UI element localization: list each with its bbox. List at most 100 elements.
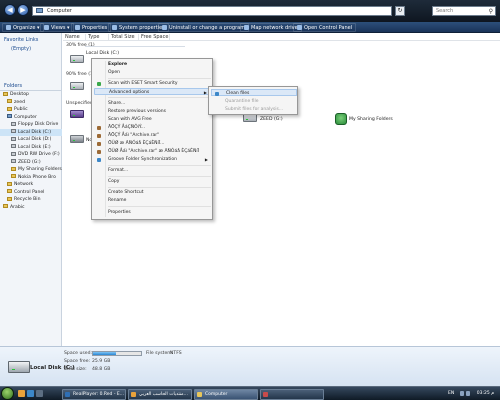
menu-item-label: Groove Folder Synchronization <box>108 157 177 162</box>
quick-launch-firefox-icon[interactable] <box>18 390 25 397</box>
drive-icon <box>11 129 16 133</box>
column-free-space[interactable]: Free Space <box>141 33 168 41</box>
task-button-label: RealPlayer: 0.Red - E... <box>73 391 125 397</box>
task-button-realplayer[interactable]: RealPlayer: 0.Red - E... <box>62 388 126 400</box>
uninstall-icon <box>162 25 167 30</box>
refresh-button[interactable]: ↻ <box>395 6 405 16</box>
task-button-computer[interactable]: Computer <box>194 388 258 400</box>
task-button-label: منتديات الحاسب العربي... <box>139 391 188 397</box>
menu-item-copy[interactable]: Copy <box>94 178 211 185</box>
browser-icon <box>131 391 136 397</box>
tree-item-zeed[interactable]: zeed <box>0 99 62 107</box>
clock[interactable]: 03:25 م <box>477 391 494 396</box>
drive-c-label[interactable]: Local Disk (C:) <box>86 51 119 56</box>
menu-item-groove-sync[interactable]: Groove Folder Synchronization ▶ <box>94 156 211 163</box>
menu-item-label: ÄÖÇÝ Åáì "Archive.rar" <box>108 133 160 138</box>
command-bar: Organize ▾ Views ▾ Properties System pro… <box>0 22 500 33</box>
tree-item-sharing-folders[interactable]: My Sharing Folders <box>0 166 62 174</box>
control-panel-label: Open Control Panel <box>304 25 353 31</box>
phone-browser-icon[interactable] <box>70 135 84 143</box>
tree-item-zeed-g[interactable]: ZEED (G:) <box>0 159 62 167</box>
realplayer-icon <box>65 391 70 397</box>
drive-g-label[interactable]: ZEED (G:) <box>260 117 283 122</box>
sharing-folders-icon[interactable] <box>335 113 347 125</box>
eset-icon <box>97 81 101 86</box>
sharing-folders-label[interactable]: My Sharing Folders <box>349 117 393 122</box>
drive-c-icon[interactable] <box>70 55 84 63</box>
tree-item-label: Network <box>14 182 34 187</box>
search-icon[interactable]: ⚲ <box>489 8 493 16</box>
drive-d-icon[interactable] <box>70 82 84 90</box>
quick-launch-ie-icon[interactable] <box>27 390 34 397</box>
menu-item-add-to-archive-rar[interactable]: ÄÖÇÝ Åáì "Archive.rar" <box>94 132 211 139</box>
tree-item-floppy[interactable]: Floppy Disk Drive <box>0 121 62 129</box>
media-icon[interactable] <box>70 110 84 118</box>
tree-item-network[interactable]: Network <box>0 181 62 189</box>
volume-tray-icon[interactable] <box>466 391 470 396</box>
back-button[interactable]: ◀ <box>4 4 16 16</box>
menu-item-label: Copy <box>108 179 120 184</box>
quick-launch-desktop-icon[interactable] <box>36 390 43 397</box>
tree-item-arabic[interactable]: Arabic <box>0 204 62 212</box>
properties-button[interactable]: Properties <box>71 23 112 32</box>
menu-item-add-to-archive[interactable]: ÄÖÇÝ ÅáÇÑÔíÝ... <box>94 124 211 131</box>
menu-item-open[interactable]: Open <box>94 69 211 76</box>
menu-item-properties[interactable]: Properties <box>94 209 211 216</box>
forward-button[interactable]: ▶ <box>17 4 29 16</box>
menu-separator <box>108 165 211 166</box>
menu-item-compress-email[interactable]: ÖÛØ æ ÃÑÓáå ÈÇáÈÑíÏ... <box>94 140 211 147</box>
menu-item-rename[interactable]: Rename <box>94 197 211 204</box>
folder-icon <box>3 91 8 96</box>
submenu-item-label: Clean files <box>226 91 250 96</box>
menu-item-label: Share... <box>108 101 126 106</box>
tree-item-label: ZEED (G:) <box>18 159 41 165</box>
tree-item-label: Public <box>14 107 28 112</box>
language-indicator[interactable]: EN <box>448 391 454 396</box>
tree-item-dvd-drive[interactable]: DVD RW Drive (F:) <box>0 151 62 159</box>
space-free-label: Space free: <box>64 359 91 364</box>
menu-item-scan-avg[interactable]: Scan with AVG Free <box>94 116 211 123</box>
drive-icon <box>11 159 16 163</box>
search-input[interactable]: Search ⚲ <box>432 6 496 16</box>
submenu-item-clean-files[interactable]: Clean files <box>211 89 297 96</box>
tree-item-nokia[interactable]: Nokia Phone Bro <box>0 174 62 182</box>
menu-item-share[interactable]: Share... <box>94 100 211 107</box>
tree-item-local-disk-c[interactable]: Local Disk (C:) <box>0 128 62 136</box>
start-button[interactable] <box>1 387 14 400</box>
tree-item-local-disk-d[interactable]: Local Disk (D:) <box>0 136 62 144</box>
tree-item-desktop[interactable]: Desktop <box>0 91 62 99</box>
computer-icon <box>7 114 12 118</box>
tree-item-label: Control Panel <box>14 189 45 195</box>
menu-item-format[interactable]: Format... <box>94 167 211 174</box>
address-field[interactable]: Computer <box>32 6 392 16</box>
tree-item-public[interactable]: Public <box>0 106 62 114</box>
menu-item-explore[interactable]: Explore <box>94 61 211 68</box>
menu-item-restore-versions[interactable]: Restore previous versions <box>94 108 211 115</box>
tree-item-computer[interactable]: Computer <box>0 114 62 122</box>
menu-item-label: Rename <box>108 198 127 203</box>
views-button[interactable]: Views ▾ <box>40 23 74 32</box>
properties-label: Properties <box>82 25 108 31</box>
menu-item-advanced-options[interactable]: Advanced options ▶ <box>94 88 211 95</box>
column-name[interactable]: Name <box>65 33 80 41</box>
tree-item-control-panel[interactable]: Control Panel <box>0 189 62 197</box>
menu-separator <box>108 78 211 79</box>
task-button-paint[interactable] <box>260 388 324 400</box>
menu-item-label: Scan with AVG Free <box>108 117 152 122</box>
menu-item-create-shortcut[interactable]: Create Shortcut <box>94 189 211 196</box>
tree-item-recycle-bin[interactable]: Recycle Bin <box>0 196 62 204</box>
tree-item-local-disk-e[interactable]: Local Disk (E:) <box>0 144 62 152</box>
folders-title[interactable]: Folders <box>4 83 22 89</box>
column-type[interactable]: Type <box>88 33 99 41</box>
uninstall-program-button[interactable]: Uninstall or change a program <box>158 23 250 32</box>
menu-item-compress-rar-email[interactable]: ÖÛØ Åáì "Archive.rar" æ ÃÑÓáå ÈÇáÈÑíÏ <box>94 148 211 155</box>
space-used-label: Space used: <box>64 351 93 356</box>
drive-g-icon[interactable] <box>243 114 257 122</box>
details-pane: Local Disk (C:) Space used: File system:… <box>0 346 500 386</box>
organize-button[interactable]: Organize ▾ <box>2 23 44 32</box>
network-tray-icon[interactable] <box>460 391 464 396</box>
task-button-browser[interactable]: منتديات الحاسب العربي... <box>128 388 192 400</box>
open-control-panel-button[interactable]: Open Control Panel <box>293 23 357 32</box>
column-total-size[interactable]: Total Size <box>111 33 135 41</box>
menu-item-scan-eset[interactable]: Scan with ESET Smart Security <box>94 80 211 87</box>
